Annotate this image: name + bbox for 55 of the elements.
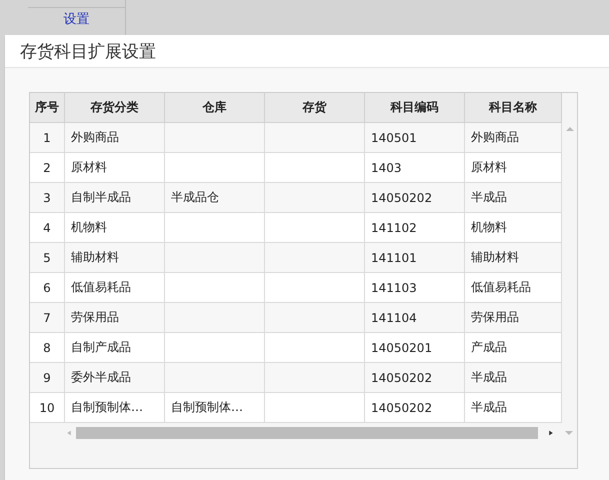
table-cell: 半成品: [465, 363, 562, 393]
dialog-title: 存货科目扩展设置: [20, 40, 156, 62]
table-cell: 原材料: [65, 153, 165, 183]
table-cell: 低值易耗品: [65, 273, 165, 303]
scroll-right-icon[interactable]: [548, 428, 554, 436]
table-cell: 2: [30, 153, 65, 183]
table-cell: 4: [30, 213, 65, 243]
column-header[interactable]: 仓库: [165, 93, 265, 123]
column-header[interactable]: 序号: [30, 93, 65, 123]
table-cell: 8: [30, 333, 65, 363]
column-header[interactable]: 科目名称: [465, 93, 562, 123]
column-header[interactable]: 科目编码: [365, 93, 465, 123]
scroll-down-icon[interactable]: [564, 428, 574, 436]
table-cell: 自制预制体…: [165, 393, 265, 423]
table-cell: 劳保用品: [465, 303, 562, 333]
table-cell: 141101: [365, 243, 465, 273]
table-cell: 14050201: [365, 333, 465, 363]
table-cell: 半成品仓: [165, 183, 265, 213]
table-cell: 原材料: [465, 153, 562, 183]
table-cell: 劳保用品: [65, 303, 165, 333]
table-cell: 辅助材料: [65, 243, 165, 273]
table-cell: 141103: [365, 273, 465, 303]
scroll-left-icon[interactable]: [66, 428, 72, 436]
table-cell: 自制产成品: [65, 333, 165, 363]
table-cell: 机物料: [65, 213, 165, 243]
scroll-up-icon[interactable]: [564, 125, 574, 133]
table-cell: 自制半成品: [65, 183, 165, 213]
table-cell: 低值易耗品: [465, 273, 562, 303]
column-header[interactable]: 存货分类: [65, 93, 165, 123]
table-cell: 自制预制体…: [65, 393, 165, 423]
table-cell: 1403: [365, 153, 465, 183]
table-cell: 14050202: [365, 363, 465, 393]
table-cell: 外购商品: [465, 123, 562, 153]
table-cell: 141104: [365, 303, 465, 333]
table-cell: 9: [30, 363, 65, 393]
table-cell: 14050202: [365, 183, 465, 213]
table-cell: 3: [30, 183, 65, 213]
table-cell: 辅助材料: [465, 243, 562, 273]
table-cell: 1: [30, 123, 65, 153]
table-cell: 140501: [365, 123, 465, 153]
table-cell: 6: [30, 273, 65, 303]
settings-link[interactable]: 设置: [64, 10, 90, 28]
table-cell: 外购商品: [65, 123, 165, 153]
table-cell: 14050202: [365, 393, 465, 423]
table-cell: 半成品: [465, 393, 562, 423]
table-cell: 5: [30, 243, 65, 273]
table-cell: 委外半成品: [65, 363, 165, 393]
table-cell: 10: [30, 393, 65, 423]
column-header[interactable]: 存货: [265, 93, 365, 123]
scrollbar-thumb[interactable]: [76, 426, 538, 438]
table-cell: 141102: [365, 213, 465, 243]
table-cell: 7: [30, 303, 65, 333]
table-cell: 产成品: [465, 333, 562, 363]
table-cell: 机物料: [465, 213, 562, 243]
table-cell: 半成品: [465, 183, 562, 213]
